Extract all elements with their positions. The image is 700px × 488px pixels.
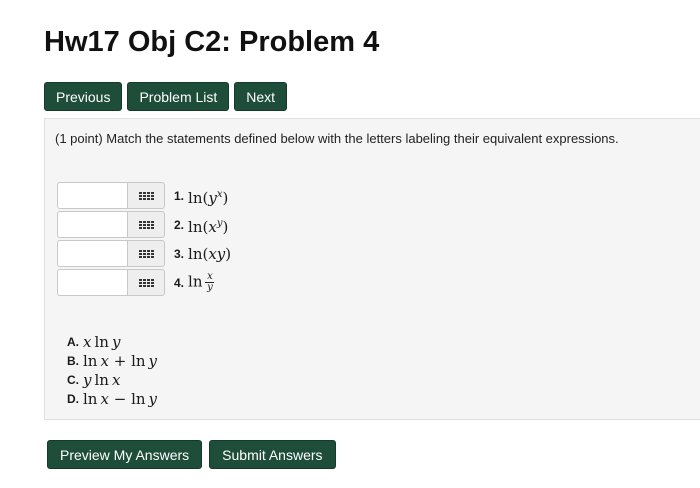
statement-2: 2. ln(xy)	[174, 217, 229, 236]
answer-row-3: 3. ln(xy)	[57, 239, 231, 268]
option-c: C. y ln x	[67, 370, 121, 389]
answer-input-3[interactable]	[57, 240, 127, 267]
statement-3: 3. ln(xy)	[174, 244, 232, 263]
answer-picker-4[interactable]	[127, 269, 165, 296]
option-a: A. x ln y	[67, 332, 121, 351]
next-button[interactable]: Next	[234, 82, 288, 111]
submit-answers-button[interactable]: Submit Answers	[209, 440, 336, 469]
fraction: xy	[205, 271, 215, 293]
answer-picker-1[interactable]	[127, 182, 165, 209]
preview-answers-button[interactable]: Preview My Answers	[47, 440, 203, 469]
answer-input-1[interactable]	[57, 182, 127, 209]
previous-button[interactable]: Previous	[44, 82, 123, 111]
answer-input-2[interactable]	[57, 211, 127, 238]
grid-icon	[138, 278, 154, 287]
page-title: Hw17 Obj C2: Problem 4	[44, 26, 380, 58]
answer-input-4[interactable]	[57, 269, 127, 296]
grid-icon	[138, 220, 154, 229]
answer-row-1: 1. ln(yx)	[57, 181, 228, 210]
answer-picker-2[interactable]	[127, 211, 165, 238]
submit-actions: Preview My Answers Submit Answers	[47, 440, 336, 469]
statement-4: 4. ln x y	[174, 271, 215, 293]
option-b: B. ln x + ln y	[67, 351, 158, 370]
grid-icon	[138, 249, 154, 258]
option-d: D. ln x − ln y	[67, 389, 158, 408]
answer-row-4: 4. ln x y	[57, 268, 215, 297]
problem-prompt: (1 point) Match the statements defined b…	[55, 131, 619, 146]
problem-nav: Previous Problem List Next	[44, 82, 288, 111]
answer-row-2: 2. ln(xy)	[57, 210, 228, 239]
statement-1: 1. ln(yx)	[174, 188, 229, 207]
problem-list-button[interactable]: Problem List	[127, 82, 230, 111]
grid-icon	[138, 191, 154, 200]
answer-picker-3[interactable]	[127, 240, 165, 267]
problem-panel: (1 point) Match the statements defined b…	[44, 118, 700, 420]
